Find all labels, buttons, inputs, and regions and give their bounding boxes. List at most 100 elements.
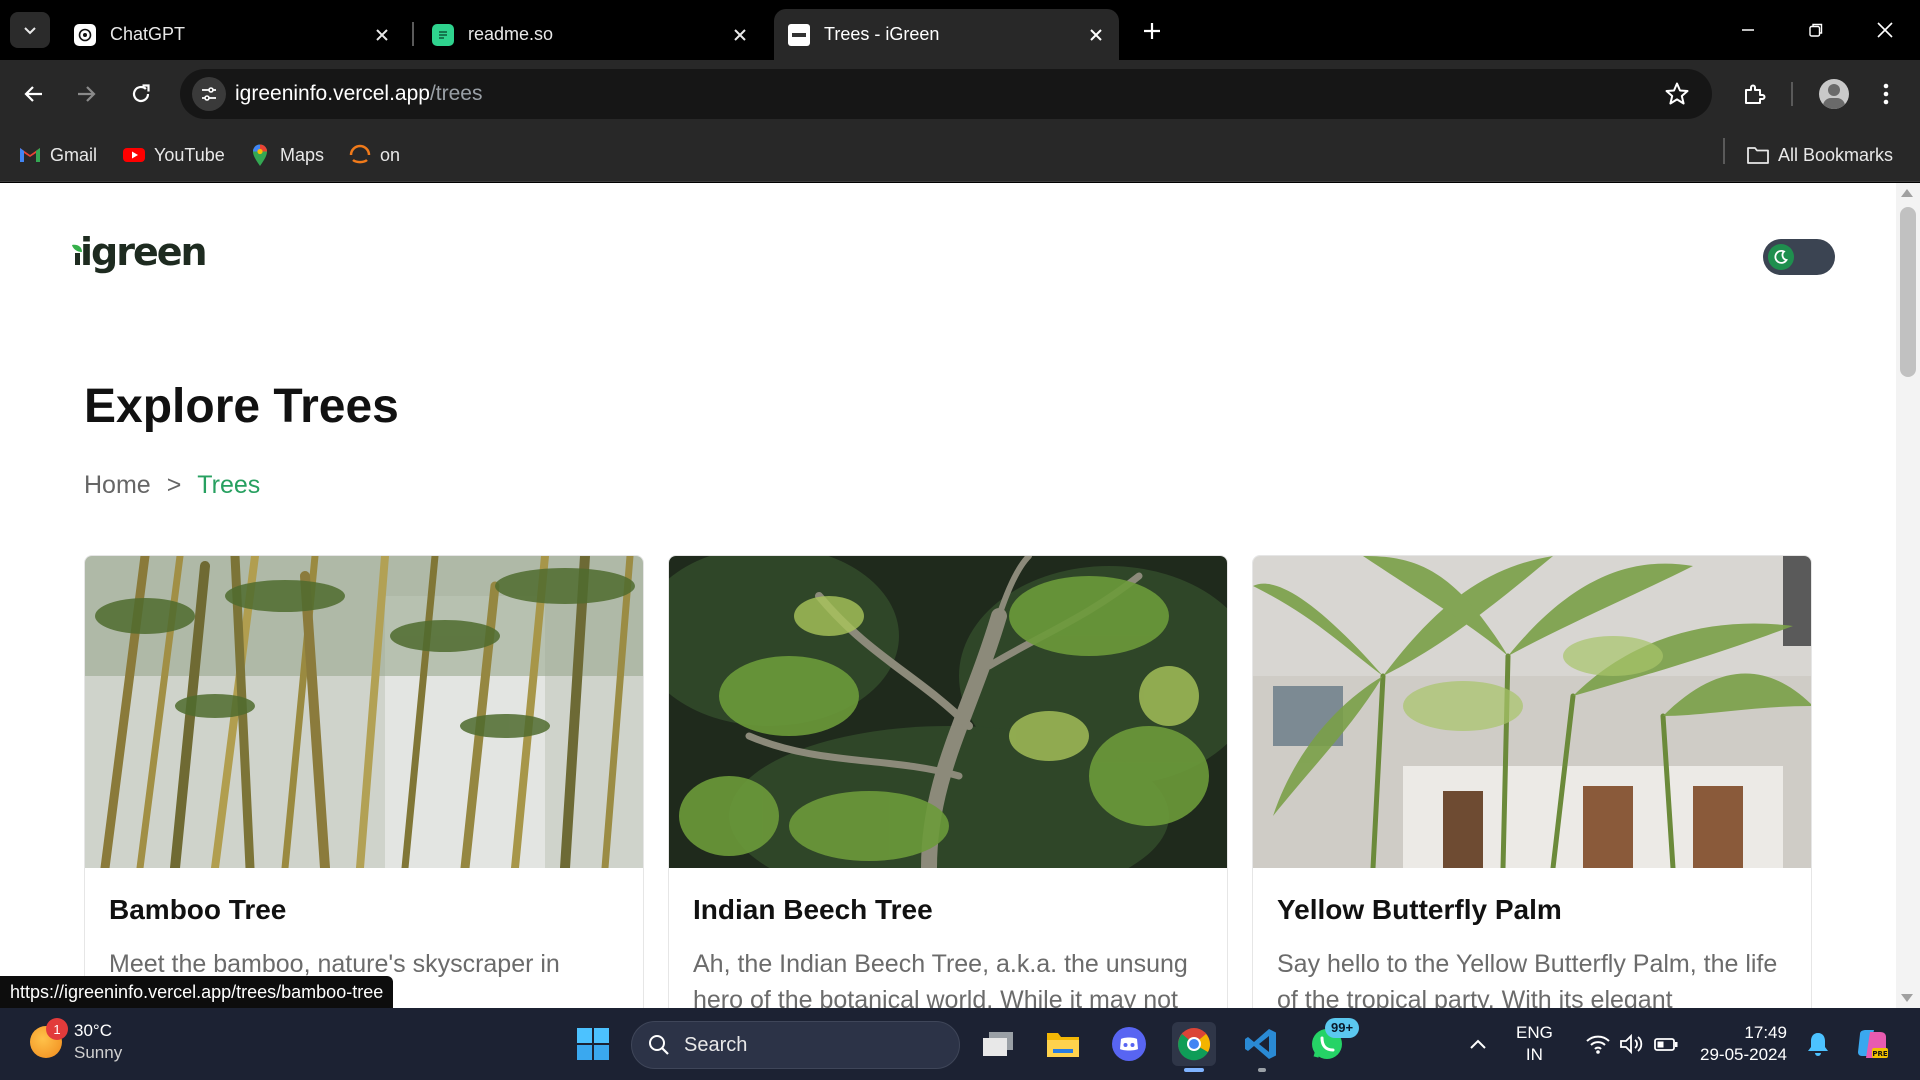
bell-icon bbox=[1808, 1033, 1828, 1056]
plus-icon bbox=[1144, 23, 1160, 39]
gmail-icon bbox=[18, 143, 42, 167]
url-path: /trees bbox=[429, 82, 483, 105]
minimize-button[interactable] bbox=[1720, 8, 1776, 52]
tab-strip: ChatGPT readme.so Trees - iGreen bbox=[0, 0, 1920, 60]
tree-card-yellow-butterfly-palm[interactable]: Yellow Butterfly Palm Say hello to the Y… bbox=[1252, 555, 1812, 1008]
volume-icon bbox=[1620, 1033, 1643, 1055]
tune-icon bbox=[202, 87, 216, 101]
bookmark-star-button[interactable] bbox=[1664, 81, 1690, 112]
bookmarks-bar: Gmail YouTube Maps on All Bookmarks bbox=[0, 128, 1920, 182]
bamboo-tree-image bbox=[85, 556, 643, 868]
sun-icon: 1 bbox=[30, 1018, 68, 1058]
folder-icon bbox=[1047, 1033, 1079, 1057]
bookmark-on[interactable]: on bbox=[348, 140, 400, 170]
browser-menu-button[interactable] bbox=[1866, 74, 1906, 114]
card-title: Bamboo Tree bbox=[109, 894, 287, 925]
close-window-button[interactable] bbox=[1857, 8, 1913, 52]
chrome-button[interactable] bbox=[1172, 1022, 1216, 1066]
new-tab-button[interactable] bbox=[1135, 14, 1169, 48]
chatgpt-icon bbox=[74, 23, 96, 46]
close-icon bbox=[1877, 22, 1893, 38]
logo-text: igreen bbox=[80, 230, 208, 274]
restore-button[interactable] bbox=[1788, 8, 1844, 52]
close-tab-icon[interactable] bbox=[371, 24, 393, 46]
breadcrumb-home[interactable]: Home bbox=[84, 471, 151, 500]
chrome-icon bbox=[1178, 1028, 1211, 1061]
all-bookmarks-label: All Bookmarks bbox=[1778, 144, 1894, 165]
discord-button[interactable] bbox=[1107, 1022, 1151, 1066]
page-scrollbar[interactable] bbox=[1896, 183, 1920, 1008]
scroll-thumb[interactable] bbox=[1900, 207, 1916, 377]
profile-button[interactable] bbox=[1814, 74, 1854, 114]
file-explorer-button[interactable] bbox=[1041, 1022, 1085, 1066]
search-icon bbox=[649, 1035, 669, 1055]
restore-icon bbox=[1809, 23, 1823, 37]
tab-search-button[interactable] bbox=[10, 12, 50, 48]
igreen-favicon-icon bbox=[788, 23, 810, 46]
windows-taskbar: 1 30°C Sunny Search 99+ ENG IN 17:49 29-… bbox=[0, 1008, 1920, 1080]
indian-beech-tree-image bbox=[669, 556, 1227, 868]
bookmark-youtube[interactable]: YouTube bbox=[122, 140, 225, 170]
task-view-button[interactable] bbox=[976, 1022, 1020, 1066]
vscode-button[interactable] bbox=[1239, 1022, 1283, 1066]
tree-card-indian-beech[interactable]: Indian Beech Tree Ah, the Indian Beech T… bbox=[668, 555, 1228, 1008]
card-title: Yellow Butterfly Palm bbox=[1277, 894, 1562, 925]
bookmark-maps[interactable]: Maps bbox=[248, 140, 324, 170]
clock[interactable]: 17:49 29-05-2024 bbox=[1700, 1022, 1787, 1066]
language-line1: ENG bbox=[1516, 1023, 1553, 1042]
puzzle-icon bbox=[1745, 84, 1766, 104]
tab-readme[interactable]: readme.so bbox=[418, 9, 763, 60]
weather-widget[interactable]: 1 30°C Sunny bbox=[30, 1018, 122, 1064]
chrome-active-indicator bbox=[1184, 1068, 1204, 1072]
clock-date: 29-05-2024 bbox=[1700, 1045, 1787, 1064]
igreen-logo[interactable]: igreen bbox=[70, 230, 208, 274]
forward-arrow-icon bbox=[78, 86, 96, 102]
weather-badge: 1 bbox=[46, 1018, 68, 1040]
start-button[interactable] bbox=[571, 1022, 615, 1066]
language-indicator[interactable]: ENG IN bbox=[1516, 1022, 1553, 1066]
show-hidden-icons-button[interactable] bbox=[1456, 1022, 1500, 1066]
reload-button[interactable] bbox=[121, 74, 161, 114]
bookmark-gmail[interactable]: Gmail bbox=[18, 140, 97, 170]
address-bar[interactable]: igreeninfo.vercel.app/trees bbox=[180, 69, 1712, 119]
avatar bbox=[1819, 79, 1849, 109]
vscode-icon bbox=[1245, 1029, 1276, 1059]
card-description: Ah, the Indian Beech Tree, a.k.a. the un… bbox=[693, 950, 1188, 1008]
bookmarks-divider bbox=[1723, 138, 1725, 164]
forward-button[interactable] bbox=[66, 74, 106, 114]
card-title: Indian Beech Tree bbox=[693, 894, 933, 925]
link-status-bubble: https://igreeninfo.vercel.app/trees/bamb… bbox=[0, 976, 394, 1008]
extensions-button[interactable] bbox=[1734, 74, 1774, 114]
copilot-button[interactable]: PRE bbox=[1850, 1022, 1894, 1066]
wifi-icon bbox=[1586, 1035, 1610, 1054]
chevron-down-icon bbox=[24, 27, 36, 35]
system-tray-status[interactable] bbox=[1572, 1022, 1692, 1066]
close-tab-icon[interactable] bbox=[729, 24, 751, 46]
tab-chatgpt[interactable]: ChatGPT bbox=[60, 9, 405, 60]
taskbar-search[interactable]: Search bbox=[631, 1021, 960, 1069]
notifications-button[interactable] bbox=[1796, 1022, 1840, 1066]
page-title: Explore Trees bbox=[84, 380, 399, 433]
youtube-icon bbox=[122, 143, 146, 167]
moon-icon bbox=[1774, 250, 1788, 264]
close-tab-icon[interactable] bbox=[1085, 24, 1107, 46]
whatsapp-button[interactable]: 99+ bbox=[1305, 1018, 1360, 1066]
toolbar-divider bbox=[1791, 82, 1793, 106]
scroll-up-arrow[interactable] bbox=[1901, 189, 1913, 197]
page-viewport: igreen Explore Trees Home > Trees Bamboo… bbox=[0, 183, 1920, 1008]
orange-arc-icon bbox=[348, 143, 372, 167]
all-bookmarks-button[interactable]: All Bookmarks bbox=[1746, 140, 1893, 170]
scroll-down-arrow[interactable] bbox=[1901, 994, 1913, 1002]
copilot-icon: PRE bbox=[1858, 1030, 1888, 1058]
site-info-button[interactable] bbox=[192, 77, 226, 111]
back-button[interactable] bbox=[14, 74, 54, 114]
yellow-butterfly-palm-image bbox=[1253, 556, 1811, 868]
theme-toggle[interactable] bbox=[1763, 239, 1835, 275]
tab-title: Trees - iGreen bbox=[824, 24, 940, 44]
tab-separator bbox=[412, 22, 414, 46]
tree-card-bamboo[interactable]: Bamboo Tree Meet the bamboo, nature's sk… bbox=[84, 555, 644, 1008]
breadcrumb-separator: > bbox=[166, 471, 182, 499]
bookmark-label: YouTube bbox=[154, 144, 225, 165]
windows-icon bbox=[577, 1028, 609, 1060]
tab-trees-igreen[interactable]: Trees - iGreen bbox=[774, 9, 1119, 60]
